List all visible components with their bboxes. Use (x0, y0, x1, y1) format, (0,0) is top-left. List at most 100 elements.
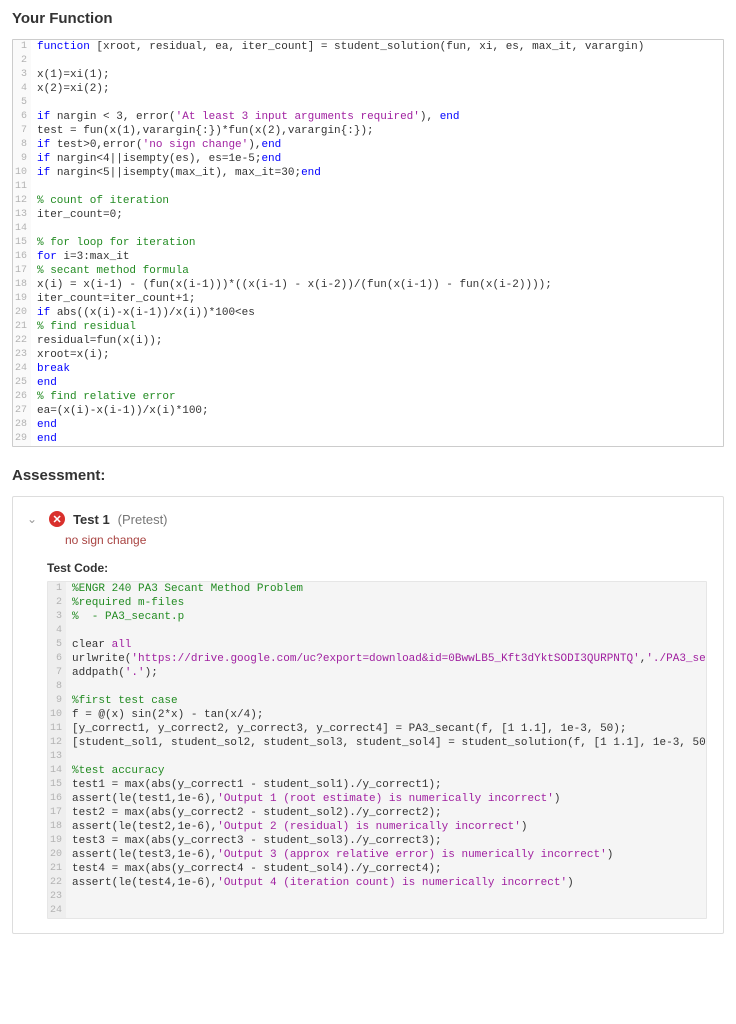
code-content: test3 = max(abs(y_correct3 - student_sol… (66, 834, 706, 848)
line-number: 7 (48, 666, 66, 680)
line-number: 5 (48, 638, 66, 652)
line-number: 23 (13, 348, 31, 362)
line-number: 12 (48, 736, 66, 750)
code-line: 15% for loop for iteration (13, 236, 723, 250)
code-content: break (31, 362, 723, 376)
code-line: 3x(1)=xi(1); (13, 68, 723, 82)
code-line: 4 (48, 624, 706, 638)
code-content (66, 750, 706, 764)
code-line: 2 (13, 54, 723, 68)
code-line: 16assert(le(test1,1e-6),'Output 1 (root … (48, 792, 706, 806)
code-content: [y_correct1, y_correct2, y_correct3, y_c… (66, 722, 706, 736)
line-number: 19 (48, 834, 66, 848)
line-number: 9 (48, 694, 66, 708)
code-line: 16for i=3:max_it (13, 250, 723, 264)
line-number: 7 (13, 124, 31, 138)
code-line: 5 (13, 96, 723, 110)
code-line: 11 (13, 180, 723, 194)
line-number: 13 (48, 750, 66, 764)
code-line: 24 (48, 904, 706, 918)
code-line: 17% secant method formula (13, 264, 723, 278)
line-number: 3 (13, 68, 31, 82)
code-content: test = fun(x(1),varargin{:})*fun(x(2),va… (31, 124, 723, 138)
line-number: 16 (48, 792, 66, 806)
code-line: 23xroot=x(i); (13, 348, 723, 362)
code-line: 6urlwrite('https://drive.google.com/uc?e… (48, 652, 706, 666)
code-content: % count of iteration (31, 194, 723, 208)
code-content: x(i) = x(i-1) - (fun(x(i-1)))*((x(i-1) -… (31, 278, 723, 292)
code-line: 12% count of iteration (13, 194, 723, 208)
code-line: 19test3 = max(abs(y_correct3 - student_s… (48, 834, 706, 848)
code-content: assert(le(test1,1e-6),'Output 1 (root es… (66, 792, 706, 806)
assessment-section-title: Assessment: (12, 467, 724, 484)
code-line: 27ea=(x(i)-x(i-1))/x(i)*100; (13, 404, 723, 418)
code-content: if nargin < 3, error('At least 3 input a… (31, 110, 723, 124)
line-number: 2 (48, 596, 66, 610)
chevron-down-icon: ⌄ (27, 512, 37, 526)
code-content (31, 180, 723, 194)
code-line: 3% - PA3_secant.p (48, 610, 706, 624)
code-line: 4x(2)=xi(2); (13, 82, 723, 96)
code-content: [student_sol1, student_sol2, student_sol… (66, 736, 707, 750)
code-content (31, 222, 723, 236)
code-content (31, 96, 723, 110)
code-line: 15test1 = max(abs(y_correct1 - student_s… (48, 778, 706, 792)
code-content: x(2)=xi(2); (31, 82, 723, 96)
code-content: iter_count=iter_count+1; (31, 292, 723, 306)
line-number: 23 (48, 890, 66, 904)
code-content (66, 680, 706, 694)
code-line: 7addpath('.'); (48, 666, 706, 680)
code-line: 10if nargin<5||isempty(max_it), max_it=3… (13, 166, 723, 180)
code-content: test1 = max(abs(y_correct1 - student_sol… (66, 778, 706, 792)
code-line: 13 (48, 750, 706, 764)
line-number: 10 (48, 708, 66, 722)
line-number: 11 (13, 180, 31, 194)
test-header[interactable]: ⌄ ✕ Test 1 (Pretest) (27, 511, 707, 527)
code-line: 20if abs((x(i)-x(i-1))/x(i))*100<es (13, 306, 723, 320)
fail-message: no sign change (65, 533, 707, 547)
code-content: test2 = max(abs(y_correct2 - student_sol… (66, 806, 706, 820)
line-number: 24 (48, 904, 66, 918)
code-line: 6if nargin < 3, error('At least 3 input … (13, 110, 723, 124)
line-number: 10 (13, 166, 31, 180)
function-section-title: Your Function (12, 10, 724, 27)
code-content: if abs((x(i)-x(i-1))/x(i))*100<es (31, 306, 723, 320)
code-content: if nargin<4||isempty(es), es=1e-5;end (31, 152, 723, 166)
code-line: 14%test accuracy (48, 764, 706, 778)
code-line: 5clear all (48, 638, 706, 652)
line-number: 8 (13, 138, 31, 152)
code-line: 8 (48, 680, 706, 694)
code-line: 22assert(le(test4,1e-6),'Output 4 (itera… (48, 876, 706, 890)
code-line: 1function [xroot, residual, ea, iter_cou… (13, 40, 723, 54)
code-line: 28end (13, 418, 723, 432)
code-line: 12[student_sol1, student_sol2, student_s… (48, 736, 706, 750)
line-number: 2 (13, 54, 31, 68)
line-number: 4 (48, 624, 66, 638)
line-number: 19 (13, 292, 31, 306)
code-content: if nargin<5||isempty(max_it), max_it=30;… (31, 166, 723, 180)
code-line: 18x(i) = x(i-1) - (fun(x(i-1)))*((x(i-1)… (13, 278, 723, 292)
line-number: 1 (13, 40, 31, 54)
test-code-block: 1%ENGR 240 PA3 Secant Method Problem2%re… (47, 581, 707, 919)
code-content: % - PA3_secant.p (66, 610, 706, 624)
line-number: 6 (13, 110, 31, 124)
code-line: 19iter_count=iter_count+1; (13, 292, 723, 306)
code-line: 2%required m-files (48, 596, 706, 610)
code-content: urlwrite('https://drive.google.com/uc?ex… (66, 652, 707, 666)
code-content: xroot=x(i); (31, 348, 723, 362)
function-code-block: 1function [xroot, residual, ea, iter_cou… (12, 39, 724, 447)
code-content (66, 904, 706, 918)
line-number: 22 (13, 334, 31, 348)
line-number: 29 (13, 432, 31, 446)
code-content: end (31, 376, 723, 390)
code-content: % secant method formula (31, 264, 723, 278)
code-content: assert(le(test2,1e-6),'Output 2 (residua… (66, 820, 706, 834)
code-content: %test accuracy (66, 764, 706, 778)
line-number: 21 (13, 320, 31, 334)
line-number: 8 (48, 680, 66, 694)
code-content: iter_count=0; (31, 208, 723, 222)
code-line: 25end (13, 376, 723, 390)
line-number: 16 (13, 250, 31, 264)
code-content (66, 890, 706, 904)
line-number: 3 (48, 610, 66, 624)
